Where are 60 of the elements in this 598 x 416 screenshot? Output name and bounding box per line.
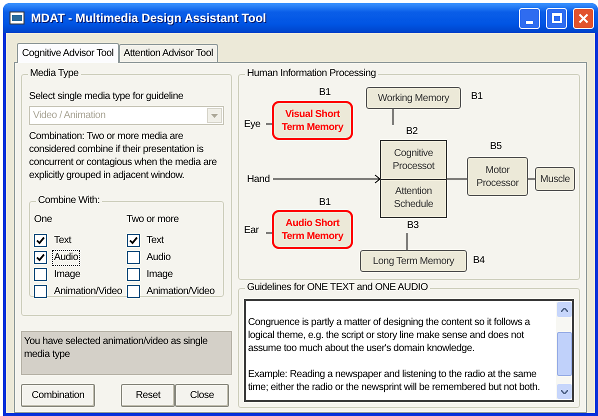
scrollbar[interactable] — [556, 301, 572, 400]
checkbox-label: Audio — [146, 250, 172, 264]
guideline-paragraph: Congruence is partly a matter of designing the content so it follows a logical theme, e.g. the script or story line make sense and does not assume too much about the user's domain knowledge. — [248, 316, 532, 355]
diagram-label: B2 — [406, 125, 418, 138]
tab[interactable]: Cognitive Advisor Tool — [17, 43, 119, 63]
checkbox[interactable] — [34, 234, 47, 247]
column-heading: One — [34, 213, 54, 227]
check-icon — [128, 236, 138, 245]
scroll-thumb[interactable] — [556, 332, 572, 376]
checkbox[interactable] — [126, 234, 140, 247]
field-label: Select single media type for guideline — [29, 90, 184, 104]
checkbox[interactable] — [126, 268, 140, 281]
close-button[interactable] — [573, 8, 594, 28]
diagram-label: B1 — [319, 196, 331, 209]
group-title: Media Type — [28, 67, 81, 81]
action-button[interactable]: Close — [175, 384, 229, 407]
column-heading: Two or more — [126, 213, 180, 227]
checkbox-label: Text — [146, 234, 165, 248]
checkbox[interactable] — [34, 251, 47, 264]
action-button[interactable]: Reset — [121, 384, 175, 407]
diagram-label: Eye — [244, 118, 260, 131]
process-box: Motor Processor — [467, 157, 528, 196]
checkbox-label: Animation/Video — [146, 284, 216, 298]
box-section-label: Attention Schedule — [392, 185, 434, 212]
box-section-label: Cognitive Processot — [381, 141, 446, 180]
checkbox[interactable] — [126, 285, 140, 298]
checkbox-label: Image — [53, 268, 82, 282]
window-title: MDAT - Multimedia Design Assistant Tool — [31, 10, 268, 27]
checkbox-label: Image — [146, 268, 174, 282]
dropdown-value: Video / Animation — [33, 109, 107, 123]
checkbox[interactable] — [34, 285, 47, 298]
description-text: Combination: Two or more media are considered combine if their presentation is concurrent or contagious when the media are explicitly grouped in adjacent window. — [29, 130, 218, 182]
checkbox[interactable] — [34, 268, 47, 281]
checkbox-label: Animation/Video — [53, 284, 124, 298]
action-button[interactable]: Combination — [21, 384, 95, 407]
diagram-label: B4 — [473, 254, 485, 267]
scroll-down-icon[interactable] — [556, 384, 572, 399]
checkbox[interactable] — [126, 251, 140, 264]
diagram-label: Ear — [244, 224, 259, 237]
diagram-label: B3 — [407, 219, 419, 232]
diagram-label: B5 — [490, 140, 502, 153]
diagram-label: Hand — [247, 173, 270, 186]
checkbox-label: Audio — [53, 250, 80, 264]
diagram-label: B1 — [319, 86, 331, 99]
close-icon — [578, 12, 589, 24]
memory-box: Audio Short Term Memory — [272, 210, 353, 249]
group-title: Human Information Processing — [245, 67, 378, 81]
scroll-up-icon[interactable] — [556, 302, 572, 317]
process-box: Long Term Memory — [360, 250, 467, 272]
process-box: Muscle — [535, 167, 575, 191]
diagram-label: B1 — [471, 90, 483, 103]
minimize-button[interactable] — [519, 8, 540, 28]
checkbox-label: Text — [53, 234, 72, 248]
process-box: Working Memory — [366, 87, 461, 109]
app-icon — [9, 11, 25, 25]
maximize-button[interactable] — [546, 8, 567, 28]
tab[interactable]: Attention Advisor Tool — [118, 44, 218, 62]
status-message: You have selected animation/video as single media type — [21, 331, 232, 375]
memory-box: Visual Short Term Memory — [272, 101, 353, 140]
guideline-paragraph: Example: Reading a newspaper and listening to the radio at the same time; either the radio or the newsprint will be remembered but not both. — [248, 368, 541, 394]
